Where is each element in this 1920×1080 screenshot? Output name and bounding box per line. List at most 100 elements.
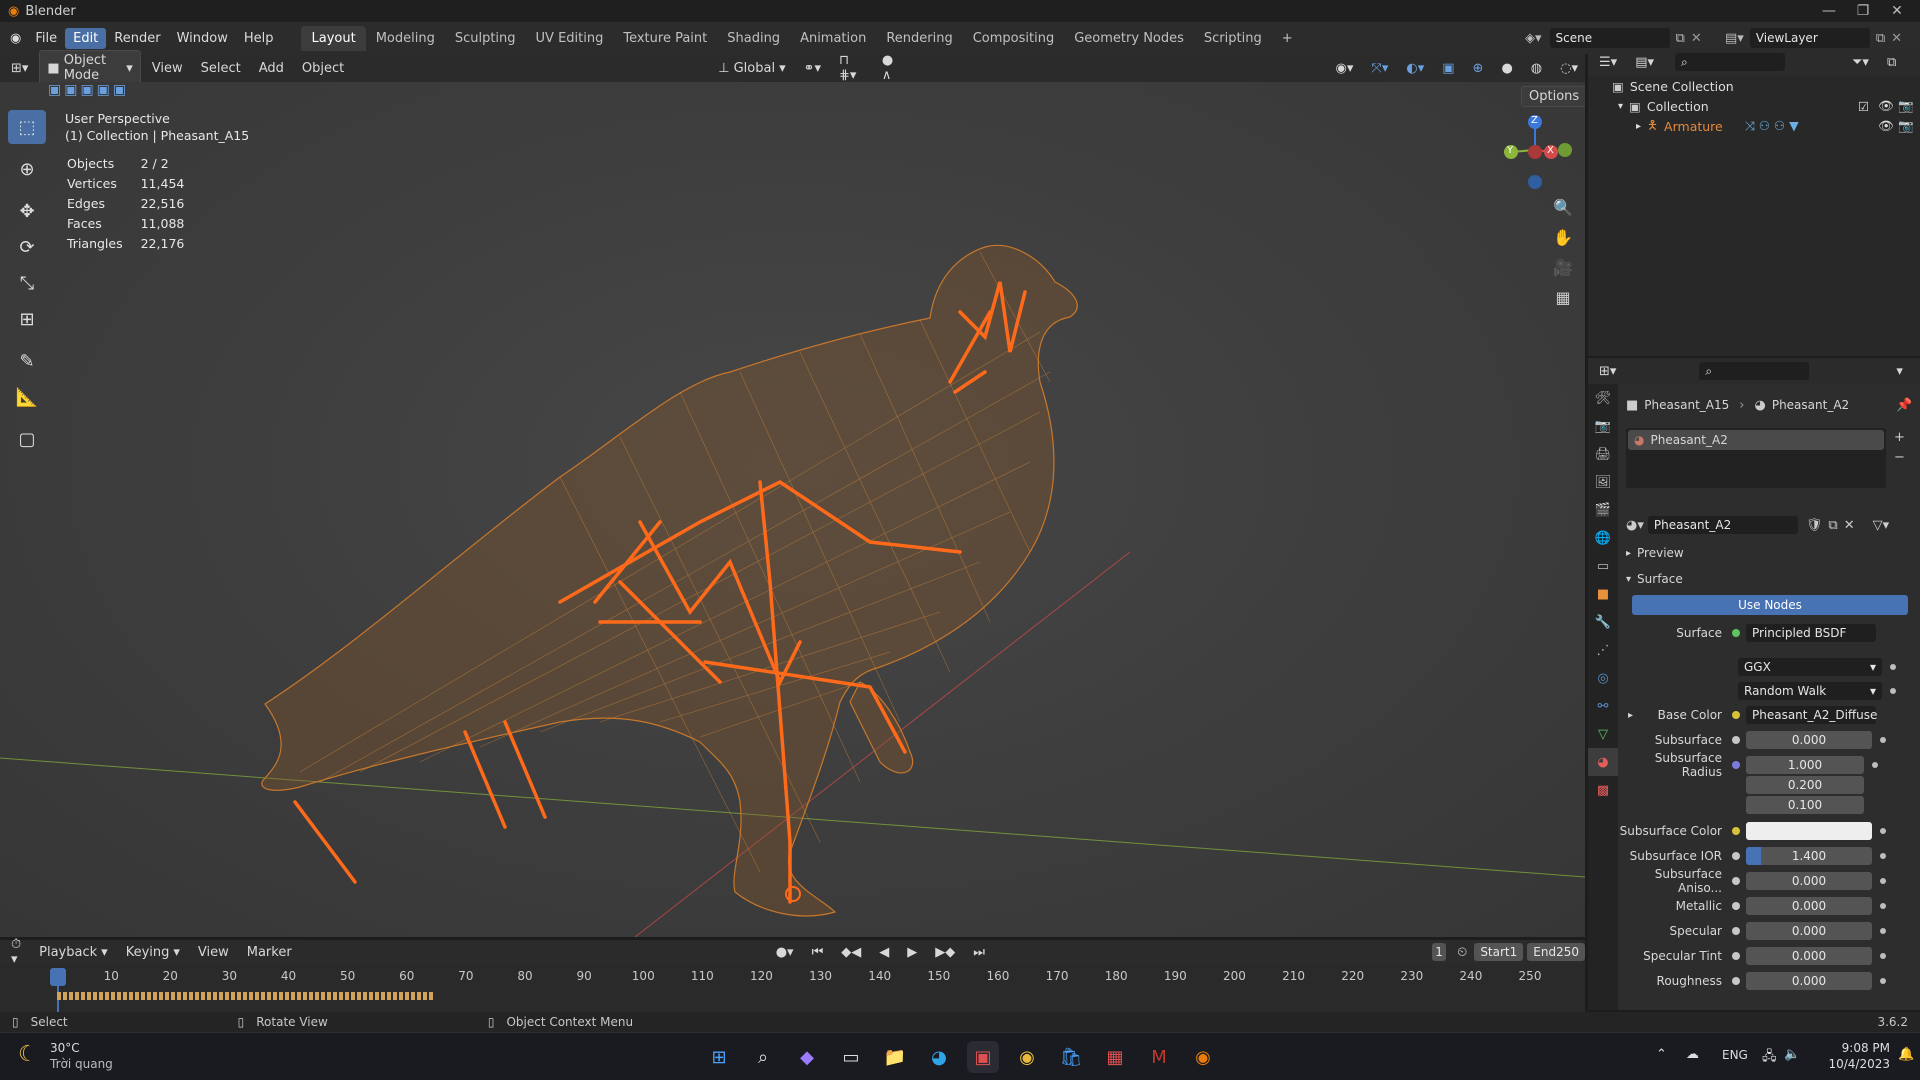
tab-shading[interactable]: Shading — [717, 26, 790, 51]
material-name-field[interactable]: Pheasant_A2 — [1647, 516, 1798, 534]
select-box-mode-icons[interactable]: ▣▣▣▣▣ — [48, 82, 129, 98]
collection-checkbox-icon[interactable]: ☑ — [1858, 99, 1869, 114]
subsurface-radius-y-field[interactable]: 0.200 — [1746, 776, 1864, 794]
specular-tint-field[interactable]: 0.000 — [1746, 947, 1872, 965]
expand-arrow-icon[interactable]: ▸ — [1628, 710, 1633, 721]
outliner-armature-row[interactable]: ▸ 🯅 Armature ⤨ ⚇ ⚇ ▼ 👁 📷 — [1588, 116, 1920, 136]
base-color-texture-field[interactable]: Pheasant_A2_Diffuse — [1746, 706, 1877, 724]
weather-moon-icon[interactable]: ☾ — [18, 1042, 38, 1067]
material-slot-item[interactable]: ◕ Pheasant_A2 — [1628, 430, 1884, 450]
notification-bell-icon[interactable]: 🔔 — [1898, 1047, 1914, 1062]
outliner-scene-collection[interactable]: ▣ Scene Collection — [1588, 76, 1920, 96]
gizmo-toggle[interactable]: ⤧▾ — [1364, 59, 1395, 78]
close-button[interactable]: ✕ — [1874, 0, 1920, 22]
visibility-dropdown[interactable]: ◉▾ — [1329, 59, 1361, 78]
cursor-tool[interactable]: ⊕ — [8, 152, 46, 186]
annotate-tool[interactable]: ✎ — [8, 344, 46, 378]
outliner-collection-row[interactable]: ▾ ▣ Collection ☑ 👁 📷 — [1588, 96, 1920, 116]
delete-scene-icon[interactable]: ✕ — [1691, 31, 1702, 46]
editor-type-button[interactable]: ⊞▾ — [4, 59, 35, 78]
roughness-field[interactable]: 0.000 — [1746, 972, 1872, 990]
search-icon[interactable]: ⌕ — [747, 1041, 779, 1073]
outliner-display-mode-icon[interactable]: ▤▾ — [1628, 53, 1661, 72]
navigation-gizmo[interactable]: Z Y X — [1495, 110, 1575, 190]
add-workspace-button[interactable]: + — [1272, 26, 1303, 51]
subsurface-radius-z-field[interactable]: 0.100 — [1746, 796, 1864, 814]
unlink-material-icon[interactable]: ✕ — [1844, 518, 1855, 533]
weather-description[interactable]: Trời quang — [50, 1057, 113, 1071]
select-mode-buttons[interactable]: ▣▣▣▣▣ — [48, 82, 129, 98]
world-tab-icon[interactable]: 🌐 — [1588, 524, 1618, 552]
menu-render[interactable]: Render — [106, 28, 168, 49]
new-collection-icon[interactable]: ⧉ — [1880, 53, 1903, 72]
pan-hand-icon[interactable]: ✋ — [1548, 222, 1578, 252]
outliner-editor-type-icon[interactable]: ☰▾ — [1592, 53, 1624, 72]
menu-keying[interactable]: Keying ▾ — [119, 943, 187, 962]
shading-wireframe-button[interactable]: ⊕ — [1466, 59, 1491, 78]
subsurface-radius-x-field[interactable]: 1.000 — [1746, 756, 1864, 774]
overlay-toggle[interactable]: ◐▾ — [1399, 59, 1431, 78]
delete-viewlayer-icon[interactable]: ✕ — [1891, 31, 1902, 46]
armature-render-icon[interactable]: 📷 — [1898, 118, 1914, 134]
new-scene-icon[interactable]: ⧉ — [1676, 31, 1685, 46]
output-tab-icon[interactable]: 🖨 — [1588, 440, 1618, 468]
add-slot-button[interactable]: + — [1894, 430, 1905, 445]
subsurface-color-swatch[interactable] — [1746, 822, 1872, 840]
scale-tool[interactable]: ⤡ — [8, 266, 46, 300]
metallic-field[interactable]: 0.000 — [1746, 897, 1872, 915]
snap-toggle[interactable]: ⊓ ⋕▾ — [832, 51, 871, 85]
properties-search-input[interactable]: ⌕ — [1699, 362, 1810, 380]
mcafee-icon[interactable]: M — [1143, 1041, 1175, 1073]
mode-dropdown[interactable]: ■ Object Mode ▾ — [39, 50, 141, 86]
data-tab-icon[interactable]: ▽ — [1588, 720, 1618, 748]
scene-selector[interactable]: ◈▾ Scene ⧉ ✕ — [1525, 26, 1702, 50]
xray-toggle[interactable]: ▣ — [1435, 59, 1461, 78]
tab-scripting[interactable]: Scripting — [1194, 26, 1272, 51]
pivot-dropdown[interactable]: ⚭▾ — [797, 59, 828, 78]
material-tab-icon[interactable]: ◕ — [1588, 748, 1618, 776]
current-frame-field[interactable]: 1 — [1431, 943, 1447, 961]
particles-tab-icon[interactable]: ⋰ — [1588, 636, 1618, 664]
task-view-icon[interactable]: ▭ — [835, 1041, 867, 1073]
duplicate-material-icon[interactable]: ⧉ — [1828, 518, 1837, 533]
store-icon[interactable]: 🛍 — [1055, 1041, 1087, 1073]
tab-animation[interactable]: Animation — [790, 26, 876, 51]
blender-taskbar-icon[interactable]: ◉ — [1187, 1041, 1219, 1073]
volume-icon[interactable]: 🔈 — [1784, 1047, 1800, 1062]
timeline-area[interactable]: 1102030405060708090100110120130140150160… — [0, 964, 1585, 1014]
menu-edit[interactable]: Edit — [65, 27, 107, 49]
expand-arrow-icon[interactable]: ▾ — [1618, 101, 1623, 112]
fake-user-icon[interactable]: 🛡 — [1806, 518, 1823, 533]
armature-visibility-icon[interactable]: 👁 — [1878, 118, 1894, 134]
expand-arrow-icon[interactable]: ▸ — [1636, 121, 1641, 132]
object-tab-icon[interactable]: ■ — [1588, 580, 1618, 608]
pin-icon[interactable]: 📌 — [1896, 398, 1912, 413]
next-keyframe-icon[interactable]: ▶◆ — [928, 943, 962, 962]
subsurface-method-dropdown[interactable]: Random Walk ▾ — [1738, 682, 1882, 700]
jump-end-icon[interactable]: ⏭ — [966, 943, 992, 962]
collection-tab-icon[interactable]: ▭ — [1588, 552, 1618, 580]
menu-view[interactable]: View — [145, 59, 190, 78]
scene-name-field[interactable]: Scene — [1549, 28, 1670, 48]
link-dropdown-icon[interactable]: ▽▾ — [1873, 518, 1890, 533]
outliner-filter-icon[interactable]: ⏷▾ — [1845, 53, 1876, 72]
tab-modeling[interactable]: Modeling — [366, 26, 445, 51]
viewlayer-name-field[interactable]: ViewLayer — [1749, 28, 1870, 48]
play-icon[interactable]: ▶ — [900, 943, 924, 962]
language-indicator[interactable]: ENG — [1722, 1048, 1748, 1062]
surface-shader-field[interactable]: Principled BSDF — [1746, 624, 1876, 642]
preview-panel-header[interactable]: ▸ Preview — [1626, 542, 1920, 564]
menu-select[interactable]: Select — [194, 59, 248, 78]
clock-time[interactable]: 9:08 PM — [1815, 1041, 1890, 1055]
texture-tab-icon[interactable]: ▩ — [1588, 776, 1618, 804]
menu-window[interactable]: Window — [169, 28, 236, 49]
windows-start-icon[interactable]: ⊞ — [703, 1041, 735, 1073]
shading-rendered-button[interactable]: ◌▾ — [1553, 59, 1585, 78]
properties-editor-type-icon[interactable]: ⊞▾ — [1592, 362, 1623, 381]
shading-material-button[interactable]: ◍ — [1524, 59, 1549, 78]
playhead[interactable] — [50, 968, 66, 986]
menu-object[interactable]: Object — [295, 59, 351, 78]
end-frame-field[interactable]: End 250 — [1527, 943, 1585, 961]
menu-marker[interactable]: Marker — [240, 943, 299, 962]
clock-date[interactable]: 10/4/2023 — [1815, 1057, 1890, 1071]
